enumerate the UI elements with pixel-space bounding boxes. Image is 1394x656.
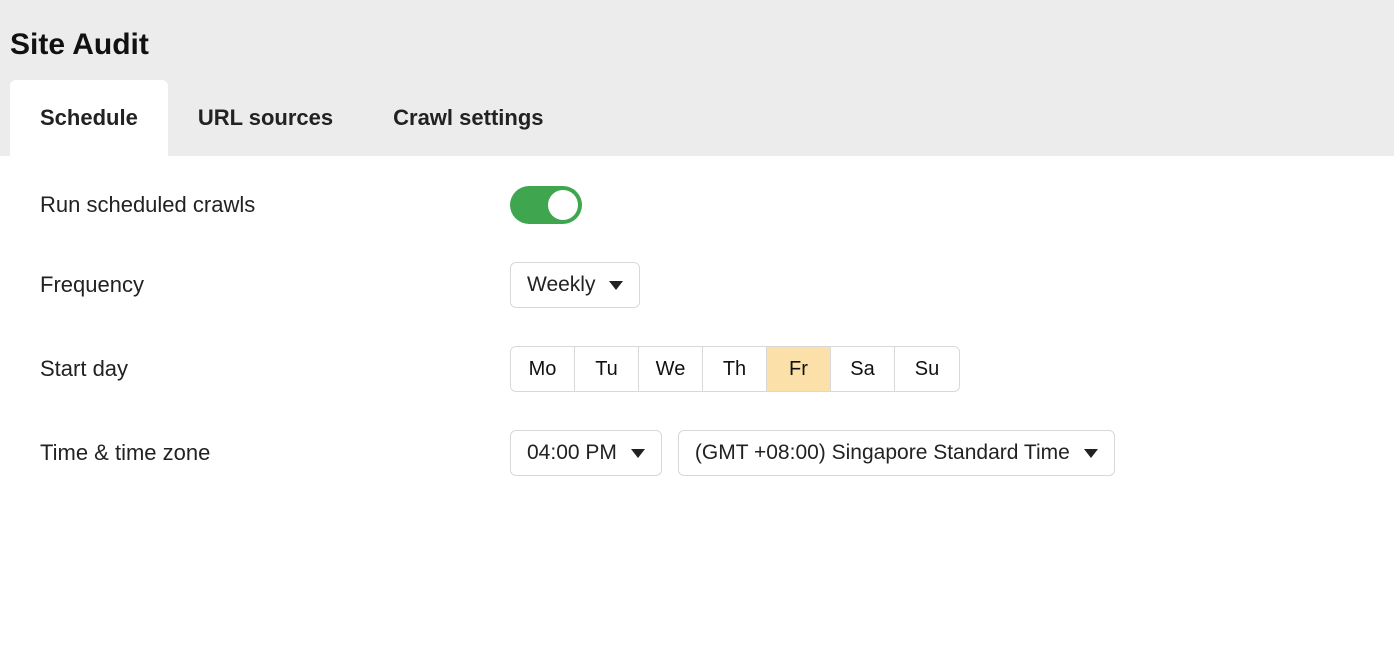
label-time-zone: Time & time zone xyxy=(40,440,510,466)
caret-down-icon xyxy=(1084,449,1098,458)
caret-down-icon xyxy=(631,449,645,458)
tab-url-sources[interactable]: URL sources xyxy=(168,80,363,156)
day-th[interactable]: Th xyxy=(703,347,767,391)
day-sa[interactable]: Sa xyxy=(831,347,895,391)
tab-schedule[interactable]: Schedule xyxy=(10,80,168,156)
toggle-knob xyxy=(548,190,578,220)
label-start-day: Start day xyxy=(40,356,510,382)
day-group: Mo Tu We Th Fr Sa Su xyxy=(510,346,960,392)
day-mo[interactable]: Mo xyxy=(511,347,575,391)
day-fr[interactable]: Fr xyxy=(767,347,831,391)
select-frequency[interactable]: Weekly xyxy=(510,262,640,308)
tabs-bar: Schedule URL sources Crawl settings xyxy=(0,80,1394,156)
page-title: Site Audit xyxy=(0,0,1394,80)
day-su[interactable]: Su xyxy=(895,347,959,391)
day-tu[interactable]: Tu xyxy=(575,347,639,391)
select-time[interactable]: 04:00 PM xyxy=(510,430,662,476)
panel-schedule: Run scheduled crawls Frequency Weekly St… xyxy=(0,156,1394,656)
toggle-run-scheduled[interactable] xyxy=(510,186,582,224)
caret-down-icon xyxy=(609,281,623,290)
day-we[interactable]: We xyxy=(639,347,703,391)
select-timezone-value: (GMT +08:00) Singapore Standard Time xyxy=(695,441,1070,465)
select-timezone[interactable]: (GMT +08:00) Singapore Standard Time xyxy=(678,430,1115,476)
label-run-scheduled: Run scheduled crawls xyxy=(40,192,510,218)
label-frequency: Frequency xyxy=(40,272,510,298)
select-frequency-value: Weekly xyxy=(527,273,595,297)
select-time-value: 04:00 PM xyxy=(527,441,617,465)
tab-crawl-settings[interactable]: Crawl settings xyxy=(363,80,573,156)
